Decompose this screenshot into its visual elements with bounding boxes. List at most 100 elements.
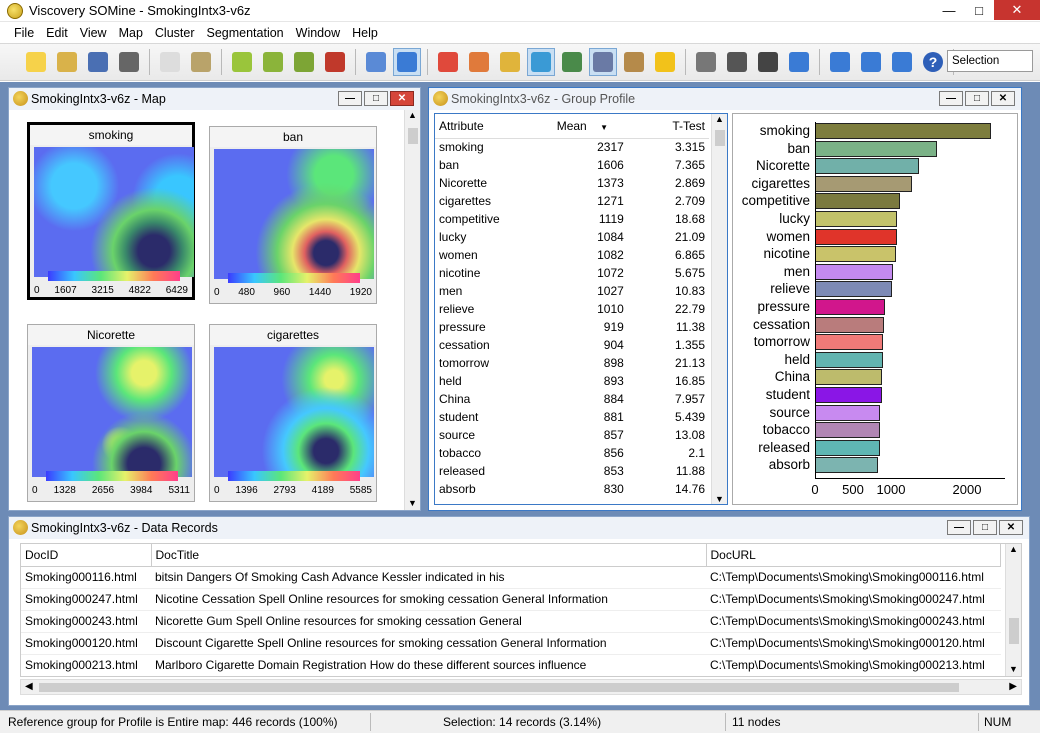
copy-button[interactable] — [156, 48, 184, 76]
map-component-smoking[interactable]: smoking 0 1607 3215 4822 6429 — [27, 122, 195, 300]
table-row[interactable]: Smoking000120.html Discount Cigarette Spe… — [21, 632, 1001, 655]
hex-map-button[interactable] — [259, 48, 287, 76]
table-row[interactable]: Smoking000247.html Nicotine Cessation Spe… — [21, 588, 1001, 611]
profile-row[interactable]: student 881 5.439 — [435, 408, 709, 426]
minimize-button[interactable]: — — [338, 91, 362, 106]
maximize-button[interactable]: □ — [973, 520, 997, 535]
profile-row[interactable]: China 884 7.957 — [435, 390, 709, 408]
map-view-button[interactable] — [393, 48, 421, 76]
close-button[interactable]: ✕ — [994, 0, 1040, 20]
maximize-button[interactable]: □ — [964, 0, 994, 20]
minimize-button[interactable]: — — [939, 91, 963, 106]
menu-map[interactable]: Map — [113, 26, 149, 40]
table-row[interactable]: Smoking000243.html Nicorette Gum Spell On… — [21, 610, 1001, 633]
bar[interactable] — [815, 123, 992, 139]
profile-row[interactable]: tobacco 856 2.1 — [435, 444, 709, 462]
table-row[interactable]: Smoking000116.html bitsin Dangers Of Smok… — [21, 566, 1001, 589]
bar[interactable] — [815, 439, 880, 456]
som-map-image[interactable] — [34, 147, 194, 277]
bar[interactable] — [815, 422, 881, 439]
zoom-fit-button[interactable] — [785, 48, 813, 76]
star-button[interactable] — [651, 48, 679, 76]
open-button[interactable] — [53, 48, 81, 76]
profile-row[interactable]: cessation 904 1.355 — [435, 336, 709, 354]
star-button[interactable] — [692, 48, 720, 76]
menu-edit[interactable]: Edit — [40, 26, 74, 40]
col-doctitle[interactable]: DocTitle — [151, 544, 707, 567]
profile-row[interactable]: released 853 11.88 — [435, 462, 709, 480]
profile-row[interactable]: cigarettes 1271 2.709 — [435, 192, 709, 210]
bar[interactable] — [815, 316, 884, 333]
bar[interactable] — [815, 457, 879, 474]
som-map-image[interactable] — [32, 347, 192, 477]
pie-chart-button[interactable] — [496, 48, 524, 76]
menu-segmentation[interactable]: Segmentation — [201, 26, 290, 40]
save-button[interactable] — [84, 48, 112, 76]
profile-row[interactable]: absorb 830 14.76 — [435, 480, 709, 498]
profile-row[interactable]: Nicorette 1373 2.869 — [435, 174, 709, 192]
hex-map-button[interactable] — [228, 48, 256, 76]
database-button[interactable] — [589, 48, 617, 76]
maximize-button[interactable]: □ — [965, 91, 989, 106]
paste-button[interactable] — [187, 48, 215, 76]
records-vscroll[interactable]: ▲ ▼ — [1005, 544, 1021, 676]
nodes-add-button[interactable] — [723, 48, 751, 76]
profile-row[interactable]: source 857 13.08 — [435, 426, 709, 444]
profile-row[interactable]: nicotine 1072 5.675 — [435, 264, 709, 282]
bar[interactable] — [815, 387, 882, 403]
minimize-button[interactable]: — — [947, 520, 971, 535]
som-map-image[interactable] — [214, 347, 374, 477]
profile-row[interactable]: relieve 1010 22.79 — [435, 300, 709, 318]
col-docid[interactable]: DocID — [21, 544, 152, 567]
profile-row[interactable]: smoking 2317 3.315 — [435, 138, 709, 156]
bar[interactable] — [815, 211, 898, 227]
menu-view[interactable]: View — [74, 26, 113, 40]
profile-row[interactable]: men 1027 10.83 — [435, 282, 709, 300]
bar[interactable] — [815, 246, 897, 263]
close-button[interactable]: ✕ — [999, 520, 1023, 535]
bar[interactable] — [815, 334, 884, 351]
col-attribute[interactable]: Attribute — [435, 114, 553, 139]
maximize-button[interactable]: □ — [364, 91, 388, 106]
records-hscroll[interactable]: ◀ ▶ — [20, 679, 1022, 695]
menu-help[interactable]: Help — [346, 26, 384, 40]
bar[interactable] — [815, 404, 881, 421]
map-scrollbar[interactable]: ▲ ▼ — [404, 110, 420, 510]
histogram-button[interactable] — [558, 48, 586, 76]
bar[interactable] — [815, 193, 901, 210]
minimize-button[interactable]: — — [934, 0, 964, 20]
pin-button[interactable] — [321, 48, 349, 76]
col-ttest[interactable]: T-Test — [627, 114, 709, 139]
profile-row[interactable]: ban 1606 7.365 — [435, 156, 709, 174]
menu-cluster[interactable]: Cluster — [149, 26, 201, 40]
nodes-remove-button[interactable] — [754, 48, 782, 76]
map-component-ban[interactable]: ban 0 480 960 1440 1920 — [209, 126, 377, 304]
bar[interactable] — [815, 228, 898, 245]
zoom-in-button[interactable] — [857, 48, 885, 76]
hex-map-button[interactable] — [290, 48, 318, 76]
profile-row[interactable]: tomorrow 898 21.13 — [435, 354, 709, 372]
profile-row[interactable]: pressure 919 11.38 — [435, 318, 709, 336]
bar[interactable] — [815, 369, 883, 386]
zoom-out-button[interactable] — [826, 48, 854, 76]
profile-scrollbar[interactable]: ▲ ▼ — [711, 114, 727, 504]
bar[interactable] — [815, 299, 885, 315]
col-mean[interactable]: Mean ▼ — [552, 114, 628, 139]
profile-row[interactable]: held 893 16.85 — [435, 372, 709, 390]
selection-combo[interactable]: Selection — [947, 50, 1033, 72]
col-docurl[interactable]: DocURL — [706, 544, 1001, 567]
bar[interactable] — [815, 281, 892, 298]
book-button[interactable] — [620, 48, 648, 76]
chart-button[interactable] — [465, 48, 493, 76]
profile-row[interactable]: women 1082 6.865 — [435, 246, 709, 264]
bar[interactable] — [815, 175, 912, 192]
profile-row[interactable]: lucky 1084 21.09 — [435, 228, 709, 246]
profile-button[interactable] — [527, 48, 555, 76]
menu-window[interactable]: Window — [290, 26, 346, 40]
menu-file[interactable]: File — [8, 26, 40, 40]
zoom-area-button[interactable] — [888, 48, 916, 76]
close-button[interactable]: ✕ — [991, 91, 1015, 106]
close-button[interactable]: ✕ — [390, 91, 414, 106]
help-button[interactable]: ? — [919, 48, 947, 76]
table-row[interactable]: Smoking000213.html Marlboro Cigarette Dom… — [21, 654, 1001, 676]
